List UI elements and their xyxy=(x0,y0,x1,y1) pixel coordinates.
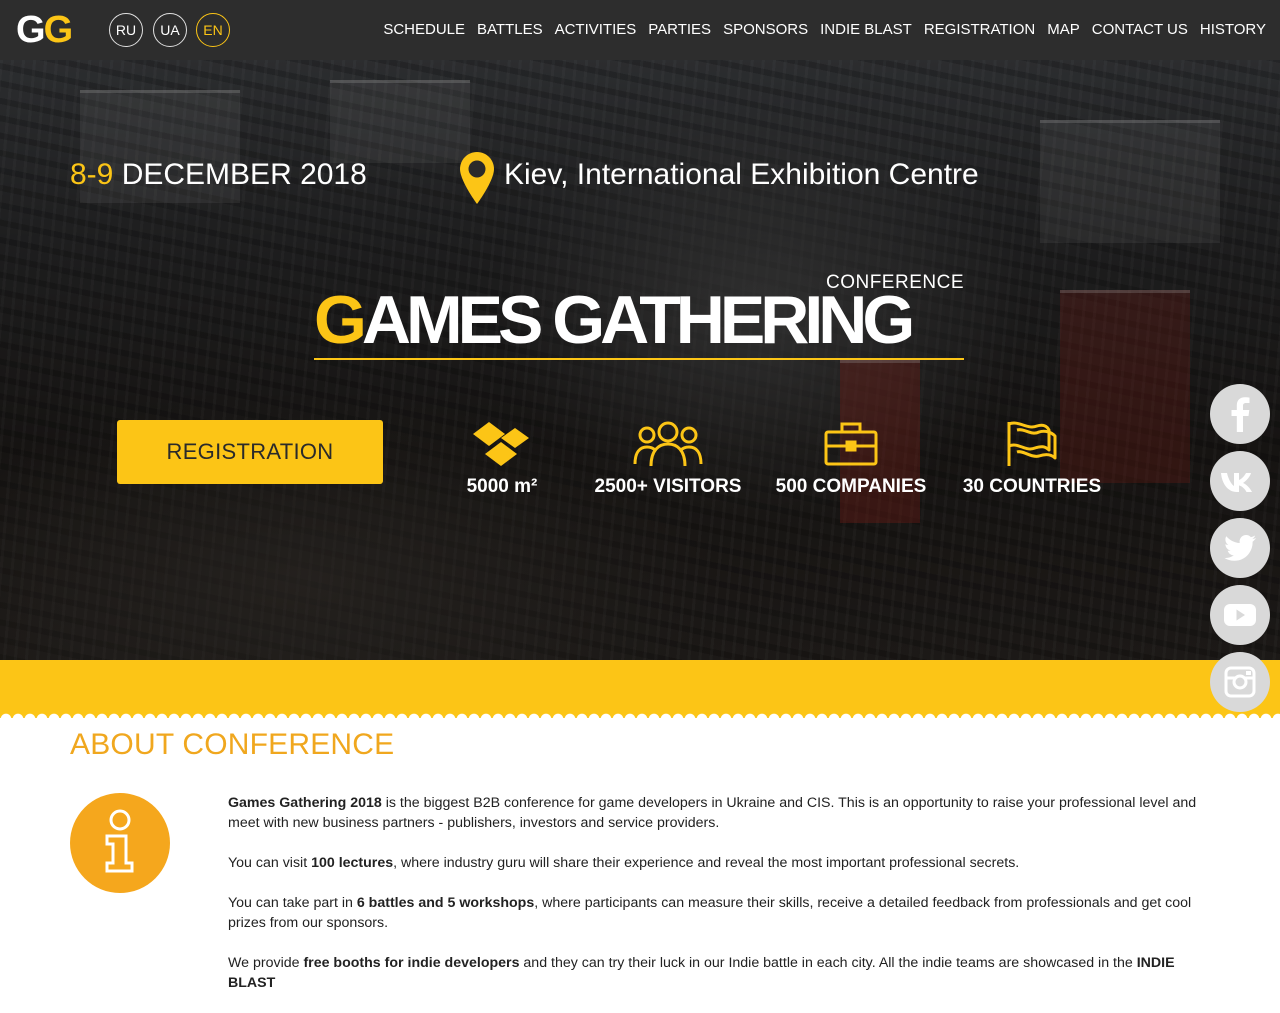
stat-countries: 30 COUNTRIES xyxy=(958,420,1106,498)
stat-companies-label: 500 COMPANIES xyxy=(775,476,927,497)
nav-map[interactable]: MAP xyxy=(1047,21,1080,38)
nav-sponsors[interactable]: SPONSORS xyxy=(723,21,808,38)
site-logo[interactable]: GG xyxy=(16,8,74,52)
stat-area: 5000 m² xyxy=(446,420,558,498)
about-paragraph-4: We provide free booths for indie develop… xyxy=(228,955,1175,991)
event-days: 8-9 xyxy=(70,158,114,191)
youtube-button[interactable] xyxy=(1210,585,1270,645)
vk-icon xyxy=(1221,473,1252,492)
event-location: Kiev, International Exhibition Centre xyxy=(504,158,979,191)
registration-button[interactable]: REGISTRATION xyxy=(117,420,383,484)
conference-title: CONFERENCE GAMES GATHERING xyxy=(314,272,966,360)
nav-schedule[interactable]: SCHEDULE xyxy=(383,21,465,38)
area-icon xyxy=(473,422,529,466)
twitter-button[interactable] xyxy=(1210,518,1270,578)
nav-indie-blast[interactable]: INDIE BLAST xyxy=(820,21,912,38)
wordmark-first-letter: G xyxy=(314,282,367,358)
about-paragraph-1: Games Gathering 2018 is the biggest B2B … xyxy=(228,795,1197,831)
about-description: Games Gathering 2018 is the biggest B2B … xyxy=(228,793,1208,1013)
twitter-icon xyxy=(1224,535,1256,561)
hero-overlay xyxy=(0,60,1280,660)
about-paragraph-2: You can visit 100 lectures, where indust… xyxy=(228,855,1020,871)
nav-activities[interactable]: ACTIVITIES xyxy=(555,21,637,38)
games-gathering-wordmark: GAMES GATHERING xyxy=(314,282,915,358)
language-ua-button[interactable]: UA xyxy=(153,13,187,47)
stat-companies: 500 COMPANIES xyxy=(770,420,932,498)
stat-visitors-label: 2500+ VISITORS xyxy=(594,476,742,497)
event-month-year: DECEMBER 2018 xyxy=(121,158,367,191)
top-navigation-bar: GG RU UA EN SCHEDULE BATTLES ACTIVITIES … xyxy=(0,0,1280,60)
nav-history[interactable]: HISTORY xyxy=(1200,21,1266,38)
event-date: 8-9 DECEMBER 2018 xyxy=(70,158,367,192)
nav-registration[interactable]: REGISTRATION xyxy=(924,21,1035,38)
vk-button[interactable] xyxy=(1210,451,1270,511)
nav-contact-us[interactable]: CONTACT US xyxy=(1092,21,1188,38)
nav-battles[interactable]: BATTLES xyxy=(477,21,543,38)
facebook-button[interactable] xyxy=(1210,384,1270,444)
info-glyph-icon xyxy=(105,809,134,873)
logo-letter-white: G xyxy=(16,9,46,51)
language-en-button[interactable]: EN xyxy=(196,13,230,47)
instagram-button[interactable] xyxy=(1210,652,1270,712)
info-icon xyxy=(70,793,170,893)
stat-countries-label: 30 COUNTRIES xyxy=(962,476,1102,497)
location-pin-icon xyxy=(460,152,494,204)
stat-area-label: 5000 m² xyxy=(466,476,538,497)
about-paragraph-3: You can take part in 6 battles and 5 wor… xyxy=(228,895,1192,931)
wordmark-rest: AMES GATHERING xyxy=(361,282,915,358)
nav-parties[interactable]: PARTIES xyxy=(648,21,711,38)
about-heading: ABOUT CONFERENCE xyxy=(70,728,395,761)
title-underline xyxy=(314,358,964,360)
instagram-icon xyxy=(1224,666,1256,698)
youtube-icon xyxy=(1224,604,1256,626)
hero-banner: 8-9 DECEMBER 2018 Kiev, International Ex… xyxy=(0,60,1280,660)
stat-visitors: 2500+ VISITORS xyxy=(590,420,746,498)
flag-icon xyxy=(1007,421,1057,466)
logo-letter-yellow: G xyxy=(43,9,74,51)
facebook-icon xyxy=(1231,397,1250,432)
scalloped-edge xyxy=(0,708,1280,720)
main-menu: SCHEDULE BATTLES ACTIVITIES PARTIES SPON… xyxy=(383,21,1266,38)
visitors-icon xyxy=(633,421,703,467)
language-ru-button[interactable]: RU xyxy=(109,13,143,47)
briefcase-icon xyxy=(824,422,878,466)
